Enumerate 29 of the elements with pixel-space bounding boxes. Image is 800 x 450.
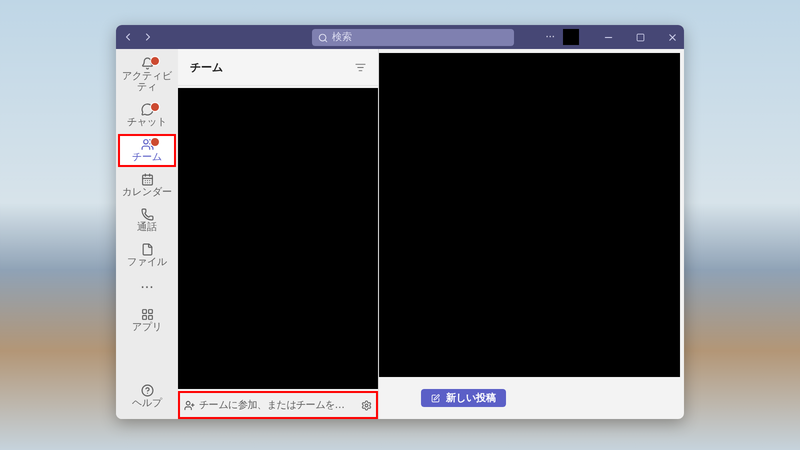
people-add-icon	[184, 400, 195, 410]
close-icon[interactable]	[667, 32, 678, 42]
phone-icon	[140, 208, 154, 221]
join-team-button[interactable]: チームに参加、またはチームを…	[178, 391, 378, 419]
nav-item[interactable]: チーム	[118, 134, 176, 167]
maximize-icon[interactable]	[636, 32, 645, 42]
chat-bubble-icon	[140, 103, 154, 116]
grid-icon	[140, 308, 154, 321]
help-icon	[140, 384, 154, 397]
calendar-icon	[140, 173, 154, 186]
search-field[interactable]: 検索	[312, 28, 514, 46]
new-post-button[interactable]: 新しい投稿	[421, 389, 506, 407]
help-item[interactable]: ヘルプ	[118, 380, 176, 413]
nav-item[interactable]: 通話	[118, 204, 176, 237]
search-icon	[318, 32, 328, 42]
nav-item[interactable]: ファイル	[118, 239, 176, 272]
nav-item[interactable]: チャット	[118, 99, 176, 132]
compose-icon	[431, 394, 440, 402]
nav-item[interactable]: アクティビティ	[118, 53, 176, 97]
panel-title: チーム	[190, 60, 223, 74]
filter-icon[interactable]	[355, 62, 366, 72]
settings-icon[interactable]	[361, 400, 372, 410]
nav-item[interactable]: カレンダー	[118, 169, 176, 202]
document-icon	[140, 243, 154, 256]
people-icon	[140, 138, 154, 151]
nav-item[interactable]: アプリ	[118, 304, 176, 337]
more-options[interactable]: ···	[545, 32, 555, 42]
more-apps[interactable]: ···	[118, 274, 176, 302]
bell-icon	[140, 57, 154, 70]
